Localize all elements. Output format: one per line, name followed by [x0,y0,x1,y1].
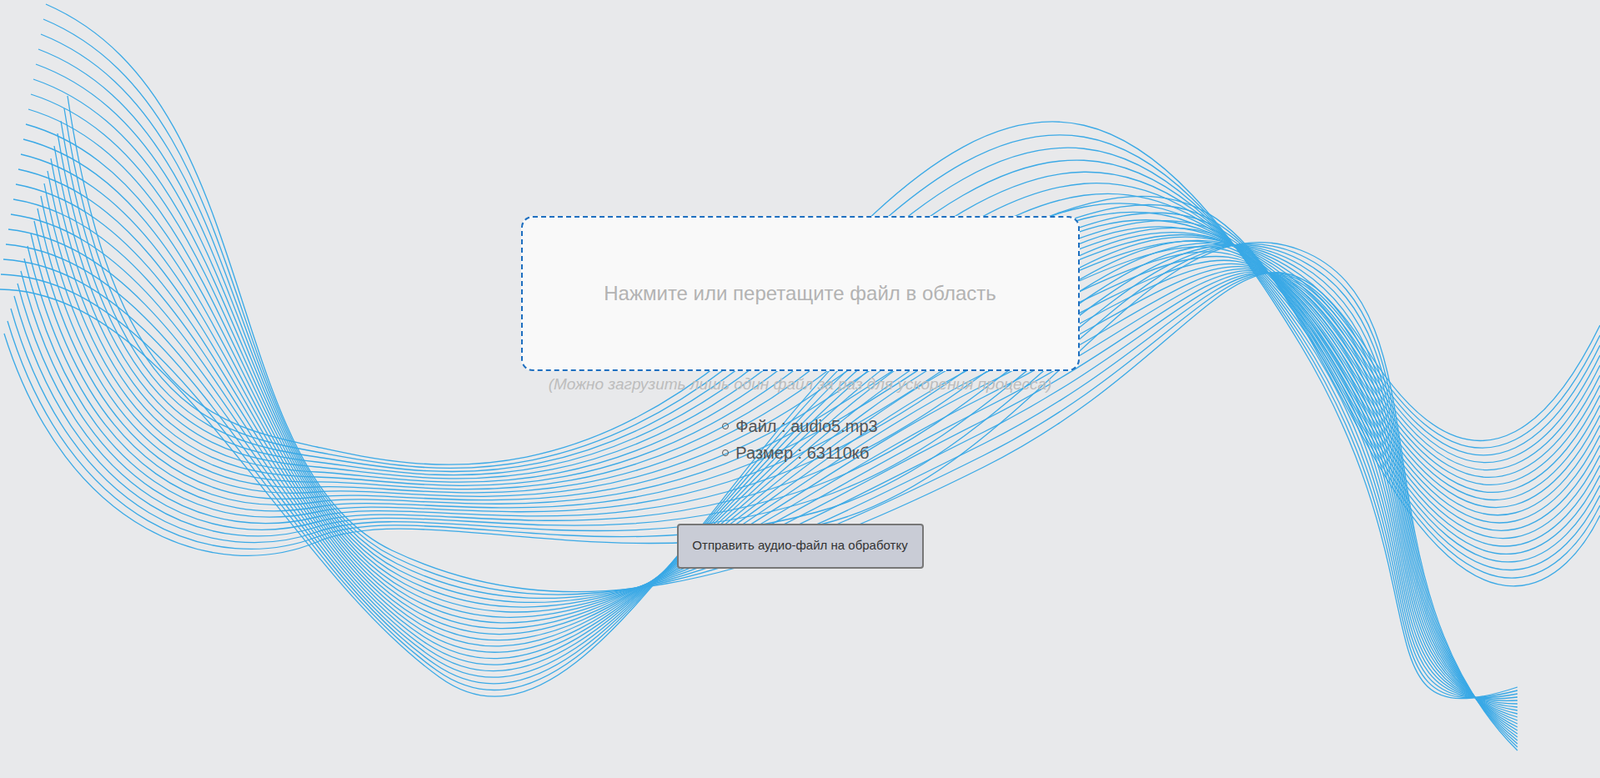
file-info-list: Файл : audio5.mp3Размер : 63110кб [722,413,878,466]
hint-text: (Можно загрузить лишь один файл за раз д… [548,372,1053,397]
submit-button[interactable]: Отправить аудио-файл на обработку [677,523,924,569]
upload-panel: Нажмите или перетащите файл в область (Мо… [0,0,1600,569]
file-info-item: Файл : audio5.mp3 [722,413,878,439]
file-info-item: Размер : 63110кб [722,440,878,466]
page: Нажмите или перетащите файл в область (Мо… [0,0,1600,778]
bullet-icon [722,449,729,457]
dropzone-text: Нажмите или перетащите файл в область [603,278,997,309]
dropzone[interactable]: Нажмите или перетащите файл в область [521,215,1080,372]
bullet-icon [722,422,729,430]
